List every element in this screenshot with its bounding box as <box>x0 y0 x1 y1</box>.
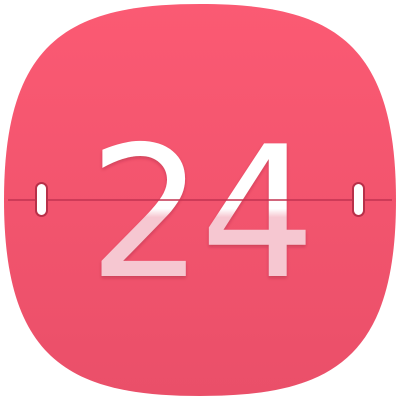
left-hinge <box>35 182 48 217</box>
app-icon-canvas: 24 <box>0 0 400 400</box>
right-hinge <box>352 182 365 217</box>
day-number-text: 24 <box>88 107 312 319</box>
calendar-flip-icon: 24 <box>4 4 396 396</box>
calendar-app-icon[interactable]: 24 <box>0 0 400 400</box>
